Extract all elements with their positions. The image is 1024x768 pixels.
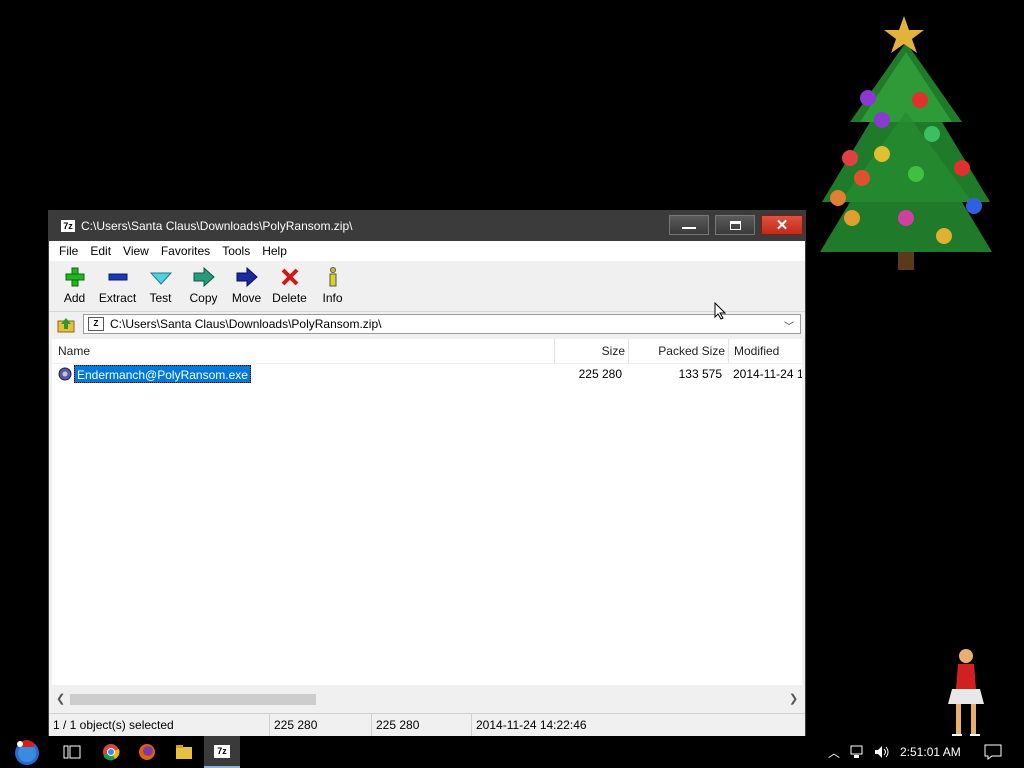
address-path: C:\Users\Santa Claus\Downloads\PolyRanso… [110,317,382,331]
minimize-icon [682,227,696,229]
menu-bar: File Edit View Favorites Tools Help [49,241,805,261]
horizontal-scrollbar[interactable]: ❮ ❯ [52,691,802,708]
move-button[interactable]: Move [225,261,268,305]
menu-view[interactable]: View [117,244,155,258]
network-icon[interactable] [850,745,866,759]
task-view-icon [63,745,81,759]
status-size: 225 280 [269,714,371,736]
title-bar[interactable]: 7z C:\Users\Santa Claus\Downloads\PolyRa… [49,211,805,241]
folder-icon [176,745,192,759]
window-title: C:\Users\Santa Claus\Downloads\PolyRanso… [81,219,353,233]
chevron-up-icon[interactable]: ︿ [828,744,840,761]
copy-button[interactable]: Copy [182,261,225,305]
column-size[interactable]: Size [554,339,625,363]
mouse-cursor-icon [714,302,726,320]
file-size-cell: 225 280 [578,367,622,381]
extract-button[interactable]: Extract [96,261,139,305]
system-tray: ︿ [828,736,890,768]
address-bar: Z C:\Users\Santa Claus\Downloads\PolyRan… [49,312,805,338]
test-label: Test [149,291,172,305]
scroll-left-icon[interactable]: ❮ [56,692,65,705]
info-button[interactable]: Info [311,261,354,305]
maximize-icon [729,220,741,230]
status-bar: 1 / 1 object(s) selected 225 280 225 280… [49,713,805,736]
folder-up-icon [57,318,75,333]
menu-help[interactable]: Help [256,244,293,258]
firefox-icon [139,744,155,760]
firefox-taskbar-button[interactable] [134,740,160,764]
zip-icon: Z [88,317,104,331]
address-input[interactable]: Z C:\Users\Santa Claus\Downloads\PolyRan… [83,314,801,334]
copy-arrow-icon [193,267,215,287]
copy-label: Copy [189,291,218,305]
info-icon [329,267,336,287]
toolbar: Add Extract Test Copy Move Delete Info [49,261,805,312]
delete-label: Delete [272,291,307,305]
windows-start-icon [15,740,39,765]
minimize-button[interactable] [669,215,709,235]
status-packed-size: 225 280 [371,714,471,736]
file-modified-cell: 2014-11-24 1 [733,367,802,381]
menu-edit[interactable]: Edit [84,244,117,258]
add-button[interactable]: Add [53,261,96,305]
dancer-decoration [948,649,984,740]
7zip-taskbar-icon: 7z [214,744,230,758]
move-arrow-icon [236,267,258,287]
info-label: Info [322,291,343,305]
move-label: Move [231,291,262,305]
up-folder-button[interactable] [55,315,77,335]
start-button[interactable] [10,736,44,768]
test-button[interactable]: Test [139,261,182,305]
task-view-button[interactable] [59,740,85,764]
column-name[interactable]: Name [58,339,90,363]
check-icon [149,272,172,285]
table-row[interactable]: Endermanch@PolyRansom.exe 225 280 133 57… [52,365,802,383]
list-header: Name Size Packed Size Modified [52,339,802,364]
7zip-app-icon: 7z [61,220,75,232]
minus-icon [108,273,127,281]
notification-icon [984,744,1002,760]
file-explorer-taskbar-button[interactable] [171,740,197,764]
column-packed-size[interactable]: Packed Size [628,339,725,363]
menu-favorites[interactable]: Favorites [155,244,216,258]
column-modified[interactable]: Modified [728,339,802,363]
close-icon: ✕ [775,216,789,234]
plus-icon [65,267,84,287]
delete-x-icon [281,268,298,286]
status-modified: 2014-11-24 14:22:46 [471,714,805,736]
scroll-right-icon[interactable]: ❯ [789,692,798,705]
maximize-button[interactable] [715,215,755,235]
7zip-taskbar-button[interactable]: 7z [204,736,240,768]
delete-button[interactable]: Delete [268,261,311,305]
chevron-down-icon[interactable]: ﹀ [784,318,794,333]
file-list[interactable]: Name Size Packed Size Modified Endermanc… [52,339,802,685]
menu-tools[interactable]: Tools [216,244,256,258]
close-button[interactable]: ✕ [761,215,803,235]
chrome-taskbar-button[interactable] [98,740,124,764]
taskbar: 7z ︿ 2:51:01 AM [0,736,1024,768]
volume-icon[interactable] [874,745,890,759]
taskbar-clock[interactable]: 2:51:01 AM [900,736,961,768]
exe-file-icon [58,367,72,381]
chrome-icon [103,744,120,761]
action-center-button[interactable] [980,740,1006,764]
7zip-window: 7z C:\Users\Santa Claus\Downloads\PolyRa… [48,210,806,738]
add-label: Add [63,291,86,305]
scrollbar-thumb[interactable] [70,694,316,705]
extract-label: Extract [98,291,137,305]
file-packed-size-cell: 133 575 [678,367,722,381]
status-selection: 1 / 1 object(s) selected [53,718,174,732]
file-name-cell: Endermanch@PolyRansom.exe [74,365,251,383]
menu-file[interactable]: File [53,244,84,258]
christmas-tree-decoration [820,16,992,270]
